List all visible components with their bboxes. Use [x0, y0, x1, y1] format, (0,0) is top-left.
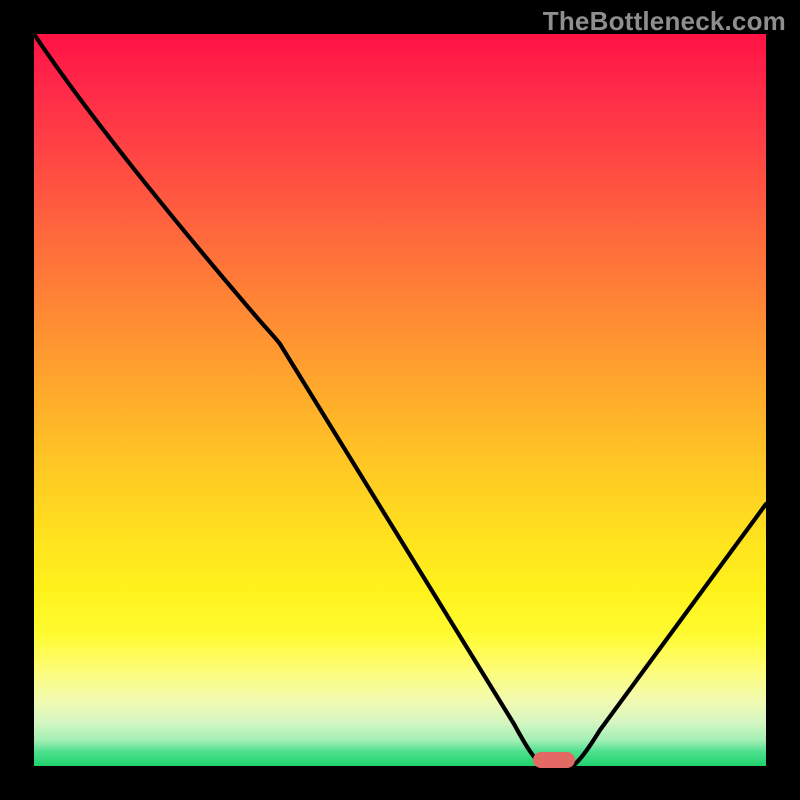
watermark-text: TheBottleneck.com — [543, 6, 786, 37]
curve-svg — [34, 34, 766, 766]
bottleneck-curve-path — [34, 34, 766, 765]
plot-area — [34, 34, 766, 766]
optimal-marker — [533, 752, 575, 768]
chart-frame: TheBottleneck.com — [0, 0, 800, 800]
